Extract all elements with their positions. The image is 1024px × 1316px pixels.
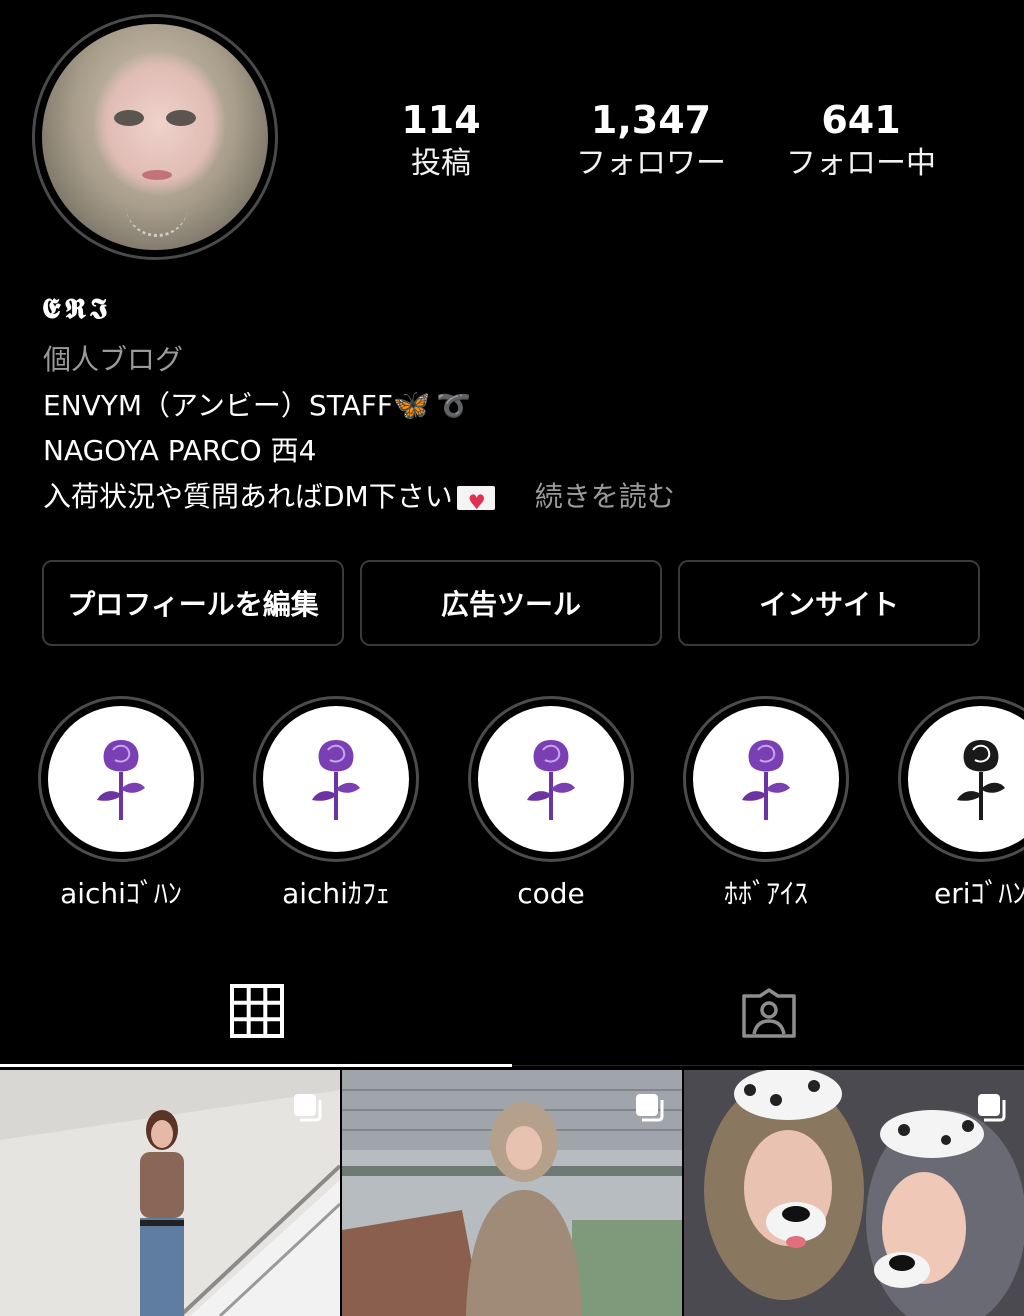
- stat-posts-count: 114: [401, 98, 481, 142]
- bio-line-2: NAGOYA PARCO 西4: [43, 434, 317, 467]
- highlight-ring: [253, 696, 419, 862]
- multiple-posts-icon: [294, 1094, 322, 1122]
- read-more-link[interactable]: 続きを読む: [535, 480, 675, 513]
- highlight-label: code: [517, 877, 585, 910]
- stat-following-count: 641: [821, 98, 901, 142]
- multiple-posts-icon: [636, 1094, 664, 1122]
- avatar-eye-left: [114, 110, 144, 126]
- purple-rose-icon: [742, 740, 790, 820]
- ad-tools-button[interactable]: 広告ツール: [360, 560, 662, 646]
- highlight-ring: [683, 696, 849, 862]
- black-rose-icon: [957, 740, 1005, 820]
- highlight-eri-gohan[interactable]: eriｺﾞﾊﾝ: [898, 696, 1024, 912]
- highlight-cover: [263, 706, 409, 852]
- avatar-necklace: [126, 202, 188, 237]
- stat-followers-count: 1,347: [590, 98, 712, 142]
- highlight-aichi-gohan[interactable]: aichiｺﾞﾊﾝ: [37, 696, 205, 912]
- bio-line-3: 入荷状況や質問あればDM下さい 続きを読む: [43, 477, 675, 522]
- stat-posts[interactable]: 114 投稿: [346, 98, 536, 184]
- post-thumbnail[interactable]: [0, 1070, 340, 1316]
- highlight-label: aichiｺﾞﾊﾝ: [60, 877, 182, 910]
- post-photo: [342, 1070, 682, 1316]
- purple-rose-icon: [527, 740, 575, 820]
- butterfly-icon: 🦋: [393, 388, 431, 423]
- highlight-hobo-ice[interactable]: ﾎﾎﾞｱｲｽ: [682, 696, 850, 912]
- highlight-label: eriｺﾞﾊﾝ: [934, 877, 1024, 910]
- active-tab-indicator: [0, 1064, 512, 1067]
- highlight-cover: [693, 706, 839, 852]
- edit-profile-button[interactable]: プロフィールを編集: [42, 560, 344, 646]
- highlight-label: aichiｶﾌｪ: [282, 877, 390, 910]
- highlight-ring: [898, 696, 1024, 862]
- stat-posts-label: 投稿: [411, 146, 471, 181]
- grid-icon[interactable]: [230, 984, 284, 1038]
- tab-divider: [512, 1065, 1024, 1066]
- stat-following[interactable]: 641 フォロー中: [766, 98, 956, 184]
- profile-display-name: 𝕰𝕽𝕴: [42, 292, 112, 325]
- highlight-cover: [908, 706, 1024, 852]
- stat-following-label: フォロー中: [786, 146, 936, 181]
- purple-rose-icon: [312, 740, 360, 820]
- bio-line-1: ENVYM（アンビー）STAFF🦋 ➰: [43, 386, 471, 426]
- highlight-ring: [38, 696, 204, 862]
- highlight-ring: [468, 696, 634, 862]
- bio-line-3-text: 入荷状況や質問あればDM下さい: [43, 480, 453, 513]
- tagged-person-icon[interactable]: [740, 988, 798, 1040]
- multiple-posts-icon: [978, 1094, 1006, 1122]
- bio-line-1-text: ENVYM（アンビー）STAFF: [43, 389, 394, 422]
- highlight-cover: [48, 706, 194, 852]
- avatar[interactable]: [32, 14, 278, 260]
- highlight-label: ﾎﾎﾞｱｲｽ: [723, 877, 808, 910]
- post-photo: [684, 1070, 1024, 1316]
- highlight-aichi-cafe[interactable]: aichiｶﾌｪ: [252, 696, 420, 912]
- love-letter-icon: [456, 482, 495, 522]
- avatar-lips: [142, 170, 172, 180]
- avatar-eye-right: [166, 110, 196, 126]
- profile-category: 個人ブログ: [43, 343, 184, 376]
- post-thumbnail[interactable]: [342, 1070, 682, 1316]
- loop-icon: ➰: [436, 389, 472, 422]
- highlight-cover: [478, 706, 624, 852]
- post-thumbnail[interactable]: [684, 1070, 1024, 1316]
- stat-followers-label: フォロワー: [576, 146, 726, 181]
- purple-rose-icon: [97, 740, 145, 820]
- avatar-photo: [42, 24, 268, 250]
- stat-followers[interactable]: 1,347 フォロワー: [556, 98, 746, 184]
- highlight-code[interactable]: code: [467, 696, 635, 912]
- insights-button[interactable]: インサイト: [678, 560, 980, 646]
- post-photo: [0, 1070, 340, 1316]
